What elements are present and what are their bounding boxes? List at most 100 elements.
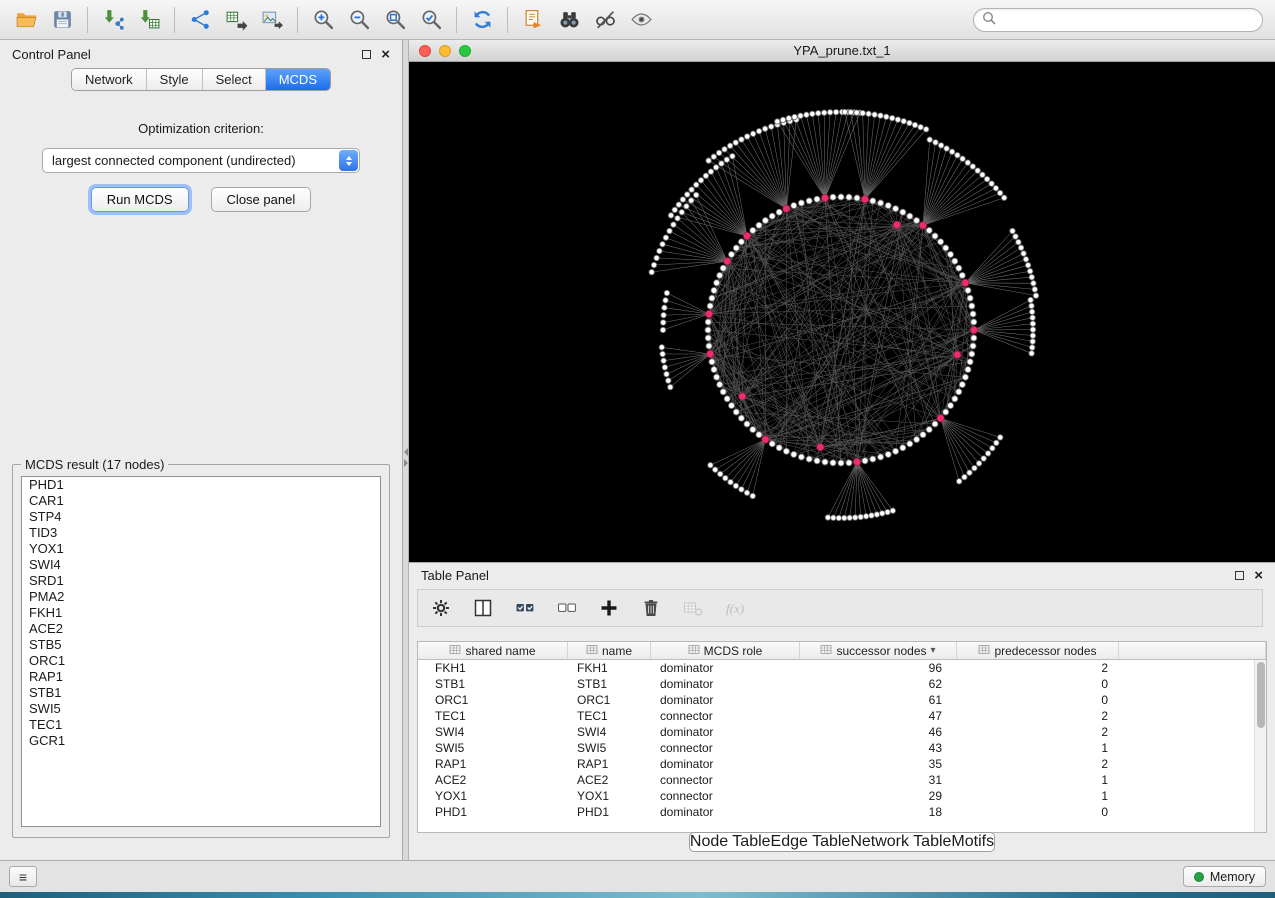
window-traffic-lights bbox=[419, 45, 471, 57]
column-header-empty bbox=[1119, 642, 1266, 659]
tab-network-table[interactable]: Network Table bbox=[850, 833, 951, 851]
maximize-window-icon[interactable] bbox=[459, 45, 471, 57]
tab-style[interactable]: Style bbox=[147, 69, 203, 90]
mcds-result-list[interactable]: PHD1CAR1STP4TID3YOX1SWI4SRD1PMA2FKH1ACE2… bbox=[21, 476, 381, 827]
table-row[interactable]: YOX1YOX1connector291 bbox=[418, 788, 1266, 804]
search-box[interactable] bbox=[973, 8, 1263, 32]
table-panel: Table Panel × f(x) shared namenameMCDS r… bbox=[409, 562, 1275, 860]
table-cell: 29 bbox=[800, 788, 957, 804]
layout-refresh-icon[interactable] bbox=[464, 5, 500, 35]
share-document-icon[interactable] bbox=[515, 5, 551, 35]
control-panel-tabs: NetworkStyleSelectMCDS bbox=[0, 68, 402, 91]
mcds-result-item[interactable]: YOX1 bbox=[22, 541, 380, 557]
close-panel-button[interactable]: Close panel bbox=[211, 187, 312, 212]
mcds-result-item[interactable]: STB1 bbox=[22, 685, 380, 701]
select-checks-icon[interactable] bbox=[512, 595, 538, 621]
tab-node-table[interactable]: Node Table bbox=[690, 833, 771, 851]
table-cell: 35 bbox=[800, 756, 957, 772]
zoom-selected-icon[interactable] bbox=[413, 5, 449, 35]
clear-checks-icon[interactable] bbox=[554, 595, 580, 621]
table-cell: PHD1 bbox=[568, 804, 651, 820]
tab-select[interactable]: Select bbox=[203, 69, 266, 90]
delete-column-icon[interactable] bbox=[638, 595, 664, 621]
run-mcds-button[interactable]: Run MCDS bbox=[91, 187, 189, 212]
table-cell: connector bbox=[651, 708, 800, 724]
table-cell: 1 bbox=[957, 740, 1119, 756]
table-header-row: shared namenameMCDS rolesuccessor nodes▾… bbox=[418, 642, 1266, 660]
column-header-name[interactable]: name bbox=[568, 642, 651, 659]
table-cell: RAP1 bbox=[418, 756, 568, 772]
zoom-fit-icon[interactable] bbox=[377, 5, 413, 35]
import-network-icon[interactable] bbox=[95, 5, 131, 35]
tab-motifs[interactable]: Motifs bbox=[951, 833, 994, 851]
export-image-icon[interactable] bbox=[254, 5, 290, 35]
status-bar: ≡ Memory bbox=[0, 860, 1275, 892]
export-network-icon[interactable] bbox=[182, 5, 218, 35]
open-file-icon[interactable] bbox=[8, 5, 44, 35]
close-panel-icon[interactable]: × bbox=[381, 47, 390, 62]
column-header-predecessor-nodes[interactable]: predecessor nodes bbox=[957, 642, 1119, 659]
mcds-result-item[interactable]: SWI5 bbox=[22, 701, 380, 717]
criterion-dropdown[interactable]: largest connected component (undirected) bbox=[42, 148, 360, 173]
mcds-result-item[interactable]: GCR1 bbox=[22, 733, 380, 749]
table-row[interactable]: FKH1FKH1dominator962 bbox=[418, 660, 1266, 676]
zoom-in-icon[interactable] bbox=[305, 5, 341, 35]
panel-menu-button[interactable]: ≡ bbox=[9, 866, 37, 887]
table-row[interactable]: SWI4SWI4dominator462 bbox=[418, 724, 1266, 740]
mcds-result-item[interactable]: RAP1 bbox=[22, 669, 380, 685]
mcds-result-item[interactable]: ORC1 bbox=[22, 653, 380, 669]
columns-icon[interactable] bbox=[470, 595, 496, 621]
table-cell: RAP1 bbox=[568, 756, 651, 772]
network-window-titlebar[interactable]: YPA_prune.txt_1 bbox=[409, 40, 1275, 62]
table-toolbar: f(x) bbox=[417, 589, 1263, 627]
first-neighbors-icon[interactable] bbox=[551, 5, 587, 35]
mcds-result-item[interactable]: STB5 bbox=[22, 637, 380, 653]
gear-icon[interactable] bbox=[428, 595, 454, 621]
mcds-result-item[interactable]: STP4 bbox=[22, 509, 380, 525]
column-header-MCDS-role[interactable]: MCDS role bbox=[651, 642, 800, 659]
column-header-shared-name[interactable]: shared name bbox=[418, 642, 568, 659]
table-row[interactable]: PHD1PHD1dominator180 bbox=[418, 804, 1266, 820]
search-input[interactable] bbox=[1001, 13, 1254, 28]
add-column-icon[interactable] bbox=[596, 595, 622, 621]
float-panel-icon[interactable] bbox=[362, 50, 371, 59]
tab-edge-table[interactable]: Edge Table bbox=[771, 833, 851, 851]
table-scrollbar[interactable] bbox=[1254, 660, 1266, 832]
table-row[interactable]: ORC1ORC1dominator610 bbox=[418, 692, 1266, 708]
table-row[interactable]: STB1STB1dominator620 bbox=[418, 676, 1266, 692]
mcds-result-item[interactable]: SRD1 bbox=[22, 573, 380, 589]
export-table-icon[interactable] bbox=[218, 5, 254, 35]
mcds-result-item[interactable]: SWI4 bbox=[22, 557, 380, 573]
mcds-result-item[interactable]: PMA2 bbox=[22, 589, 380, 605]
criterion-value: largest connected component (undirected) bbox=[43, 153, 338, 168]
table-panel-header: Table Panel × bbox=[409, 563, 1275, 587]
hide-glasses-icon[interactable] bbox=[587, 5, 623, 35]
table-row[interactable]: ACE2ACE2connector311 bbox=[418, 772, 1266, 788]
close-table-panel-icon[interactable]: × bbox=[1254, 568, 1263, 583]
table-cell: dominator bbox=[651, 676, 800, 692]
mcds-result-item[interactable]: TID3 bbox=[22, 525, 380, 541]
mcds-result-item[interactable]: FKH1 bbox=[22, 605, 380, 621]
minimize-window-icon[interactable] bbox=[439, 45, 451, 57]
save-session-icon[interactable] bbox=[44, 5, 80, 35]
tab-mcds[interactable]: MCDS bbox=[266, 69, 330, 90]
import-table-icon[interactable] bbox=[131, 5, 167, 35]
column-header-successor-nodes[interactable]: successor nodes▾ bbox=[800, 642, 957, 659]
network-canvas[interactable] bbox=[409, 62, 1275, 562]
memory-button[interactable]: Memory bbox=[1183, 866, 1266, 887]
zoom-out-icon[interactable] bbox=[341, 5, 377, 35]
table-row[interactable]: RAP1RAP1dominator352 bbox=[418, 756, 1266, 772]
mcds-result-item[interactable]: CAR1 bbox=[22, 493, 380, 509]
mcds-result-item[interactable]: TEC1 bbox=[22, 717, 380, 733]
table-row[interactable]: TEC1TEC1connector472 bbox=[418, 708, 1266, 724]
network-graph[interactable] bbox=[409, 62, 1275, 562]
mcds-result-item[interactable]: ACE2 bbox=[22, 621, 380, 637]
float-table-panel-icon[interactable] bbox=[1235, 571, 1244, 580]
table-row[interactable]: SWI5SWI5connector431 bbox=[418, 740, 1266, 756]
mcds-result-item[interactable]: PHD1 bbox=[22, 477, 380, 493]
close-window-icon[interactable] bbox=[419, 45, 431, 57]
tab-network[interactable]: Network bbox=[72, 69, 147, 90]
show-details-eye-icon[interactable] bbox=[623, 5, 659, 35]
table-cell: YOX1 bbox=[568, 788, 651, 804]
scrollbar-thumb[interactable] bbox=[1257, 662, 1265, 728]
